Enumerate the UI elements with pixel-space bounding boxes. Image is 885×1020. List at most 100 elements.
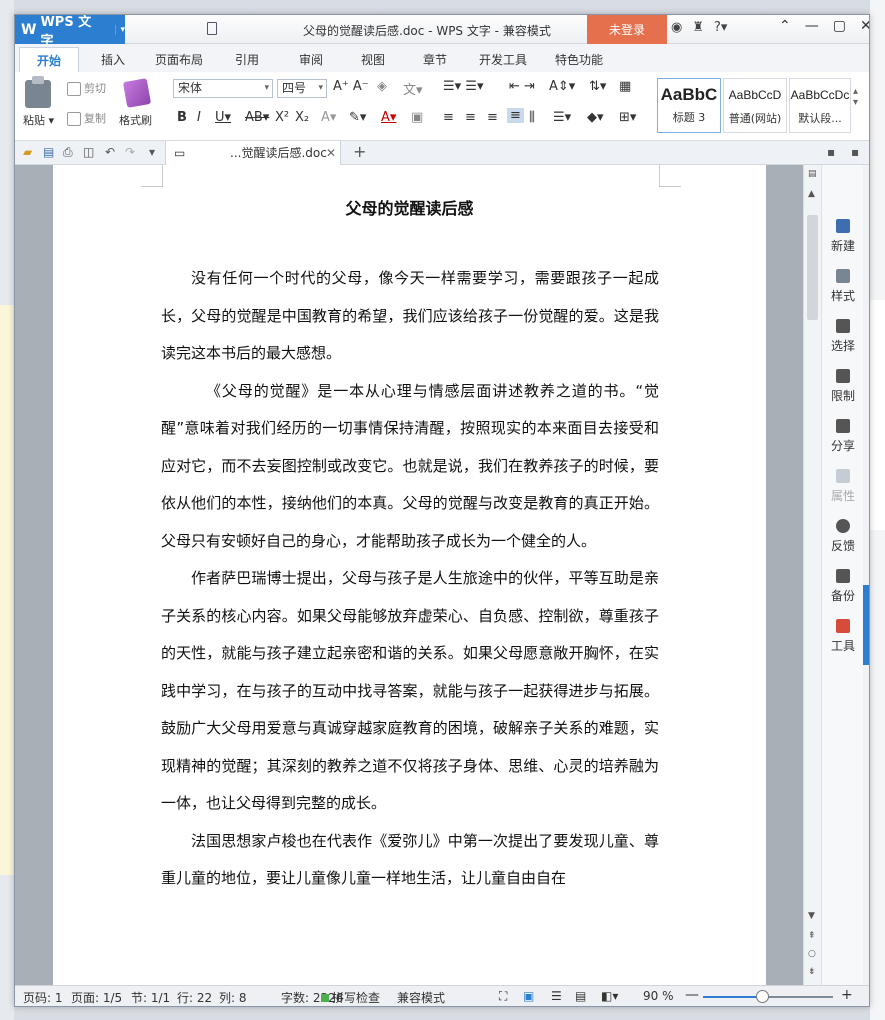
format-painter-button[interactable]: 格式刷: [119, 112, 152, 128]
paste-icon[interactable]: [25, 76, 51, 108]
taskpane-feedback[interactable]: 反馈: [822, 519, 864, 554]
font-size-select[interactable]: 四号: [277, 79, 327, 98]
print-icon[interactable]: ⎙: [63, 145, 73, 160]
tab-insert[interactable]: 插入: [97, 49, 129, 70]
undo-icon[interactable]: ↶: [105, 145, 115, 159]
align-center-icon[interactable]: ≡: [465, 110, 476, 125]
document-tab[interactable]: ▭ ...觉醒读后感.doc ✕: [165, 141, 341, 165]
reading-view-icon[interactable]: ◧▾: [601, 989, 618, 1003]
save-icon[interactable]: ▤: [43, 145, 54, 159]
status-section: 节: 1/1: [131, 991, 171, 1005]
align-left-icon[interactable]: ≡: [443, 110, 454, 125]
outline-view-icon[interactable]: ☰: [551, 989, 562, 1003]
format-painter-icon[interactable]: [122, 78, 152, 108]
maximize-button[interactable]: ▢: [833, 18, 846, 34]
wps-app-menu-button[interactable]: W WPS 文字 ▾: [15, 15, 125, 49]
scroll-down-icon[interactable]: ▼: [808, 911, 815, 921]
align-justify-icon[interactable]: ≡: [507, 108, 524, 123]
phonetic-icon[interactable]: 文▾: [403, 79, 423, 98]
strikethrough-icon[interactable]: AB▾: [245, 110, 269, 125]
styles-scroll-icon[interactable]: ▴ ▾: [853, 86, 858, 108]
open-icon[interactable]: ▰: [23, 145, 32, 159]
bullet-list-icon[interactable]: ☰▾ ☰▾: [443, 79, 484, 94]
fullscreen-view-icon[interactable]: ⛶: [499, 989, 507, 1004]
minimize-button[interactable]: —: [805, 18, 819, 34]
underline-icon[interactable]: U▾: [215, 110, 231, 125]
zoom-slider[interactable]: [703, 990, 833, 1003]
cut-button[interactable]: 剪切: [67, 80, 106, 96]
help-icon[interactable]: ?▾: [714, 20, 727, 35]
taskpane-restrict[interactable]: 限制: [822, 369, 864, 404]
background-app-right: [870, 0, 885, 1020]
table-border-icon[interactable]: ▦: [619, 79, 631, 94]
tab-options-icon[interactable]: ▪: [851, 145, 859, 159]
tab-chapter[interactable]: 章节: [419, 49, 451, 70]
clear-format-icon[interactable]: ◈: [377, 79, 387, 94]
split-handle-icon[interactable]: ▤: [808, 169, 817, 179]
tab-home[interactable]: 开始: [19, 47, 79, 72]
tab-page-layout[interactable]: 页面布局: [151, 49, 207, 70]
wps-writer-window: W WPS 文字 ▾ 父母的觉醒读后感.doc - WPS 文字 - 兼容模式 …: [14, 14, 870, 1007]
document-page[interactable]: 父母的觉醒读后感 没有任何一个时代的父母，像今天一样需要学习，需要跟孩子一起成长…: [53, 165, 766, 985]
style-normal-web[interactable]: AaBbCcD 普通(网站): [723, 78, 787, 133]
font-name-select[interactable]: 宋体: [173, 79, 273, 98]
subscript-icon[interactable]: X₂: [295, 110, 309, 125]
tab-special[interactable]: 特色功能: [551, 49, 607, 70]
zoom-in-icon[interactable]: +: [841, 987, 853, 1003]
text-effect-icon[interactable]: A▾: [321, 110, 336, 125]
taskpane-properties[interactable]: 属性: [822, 469, 864, 504]
style-heading3[interactable]: AaBbC 标题 3: [657, 78, 721, 133]
align-right-icon[interactable]: ≡: [487, 110, 498, 125]
vertical-scrollbar[interactable]: ▤ ▲ ▼ ⇞ ○ ⇟: [803, 165, 821, 985]
scroll-thumb[interactable]: [807, 215, 818, 320]
close-button[interactable]: ✕: [860, 18, 869, 34]
select-browse-icon[interactable]: ○: [808, 949, 816, 959]
tab-view[interactable]: 视图: [357, 49, 389, 70]
close-tab-icon[interactable]: ✕: [326, 141, 336, 165]
taskpane-new[interactable]: 新建: [822, 219, 864, 254]
spell-check-toggle[interactable]: 拼写检查: [321, 989, 380, 1006]
zoom-slider-knob[interactable]: [755, 990, 769, 1003]
taskpane-styles[interactable]: 样式: [822, 269, 864, 304]
grow-font-icon[interactable]: A⁺ A⁻: [333, 79, 369, 94]
char-shading-icon[interactable]: ▣: [411, 110, 423, 125]
font-color-icon[interactable]: A▾: [381, 110, 396, 125]
taskpane-select[interactable]: 选择: [822, 319, 864, 354]
taskpane-tools-label: 工具: [830, 639, 855, 653]
italic-icon[interactable]: I: [197, 110, 201, 125]
char-spacing-icon[interactable]: A⇕▾: [549, 79, 575, 94]
sort-icon[interactable]: ⇅▾: [589, 79, 606, 94]
borders-icon[interactable]: ⊞▾: [619, 110, 636, 125]
prev-page-icon[interactable]: ⇞: [808, 931, 816, 941]
paste-button[interactable]: 粘贴 ▾: [23, 112, 54, 128]
next-page-icon[interactable]: ⇟: [808, 967, 816, 977]
tab-review[interactable]: 审阅: [295, 49, 327, 70]
bold-icon[interactable]: B: [177, 110, 187, 125]
scroll-up-icon[interactable]: ▲: [808, 189, 815, 199]
copy-button[interactable]: 复制: [67, 110, 106, 126]
highlight-icon[interactable]: ✎▾: [349, 110, 366, 125]
tab-references[interactable]: 引用: [231, 49, 263, 70]
shirt-icon[interactable]: ♜: [692, 20, 704, 35]
indent-icon[interactable]: ⇤ ⇥: [509, 79, 535, 94]
taskpane-backup[interactable]: 备份: [822, 569, 864, 604]
line-spacing-icon[interactable]: ☰▾: [553, 110, 571, 125]
taskpane-tools[interactable]: 工具: [822, 619, 864, 654]
print-preview-icon[interactable]: ◫: [83, 145, 94, 159]
collapse-ribbon-icon[interactable]: ⌃: [779, 18, 791, 34]
style-default-paragraph[interactable]: AaBbCcDc 默认段...: [789, 78, 851, 133]
quick-access-more-icon[interactable]: ▾: [149, 145, 155, 159]
new-tab-icon[interactable]: +: [353, 142, 366, 161]
taskpane-share[interactable]: 分享: [822, 419, 864, 454]
web-view-icon[interactable]: ▤: [575, 989, 586, 1003]
tab-list-icon[interactable]: ▪: [827, 145, 835, 159]
tab-developer[interactable]: 开发工具: [475, 49, 531, 70]
superscript-icon[interactable]: X²: [275, 110, 289, 125]
distribute-icon[interactable]: ⫼: [529, 110, 535, 125]
skin-icon[interactable]: ◉: [671, 20, 682, 35]
zoom-out-icon[interactable]: —: [685, 987, 699, 1003]
redo-icon[interactable]: ↷: [125, 145, 135, 159]
shading-icon[interactable]: ◆▾: [587, 110, 604, 125]
page-view-icon[interactable]: ▣: [523, 989, 534, 1003]
login-button[interactable]: 未登录: [587, 15, 667, 44]
